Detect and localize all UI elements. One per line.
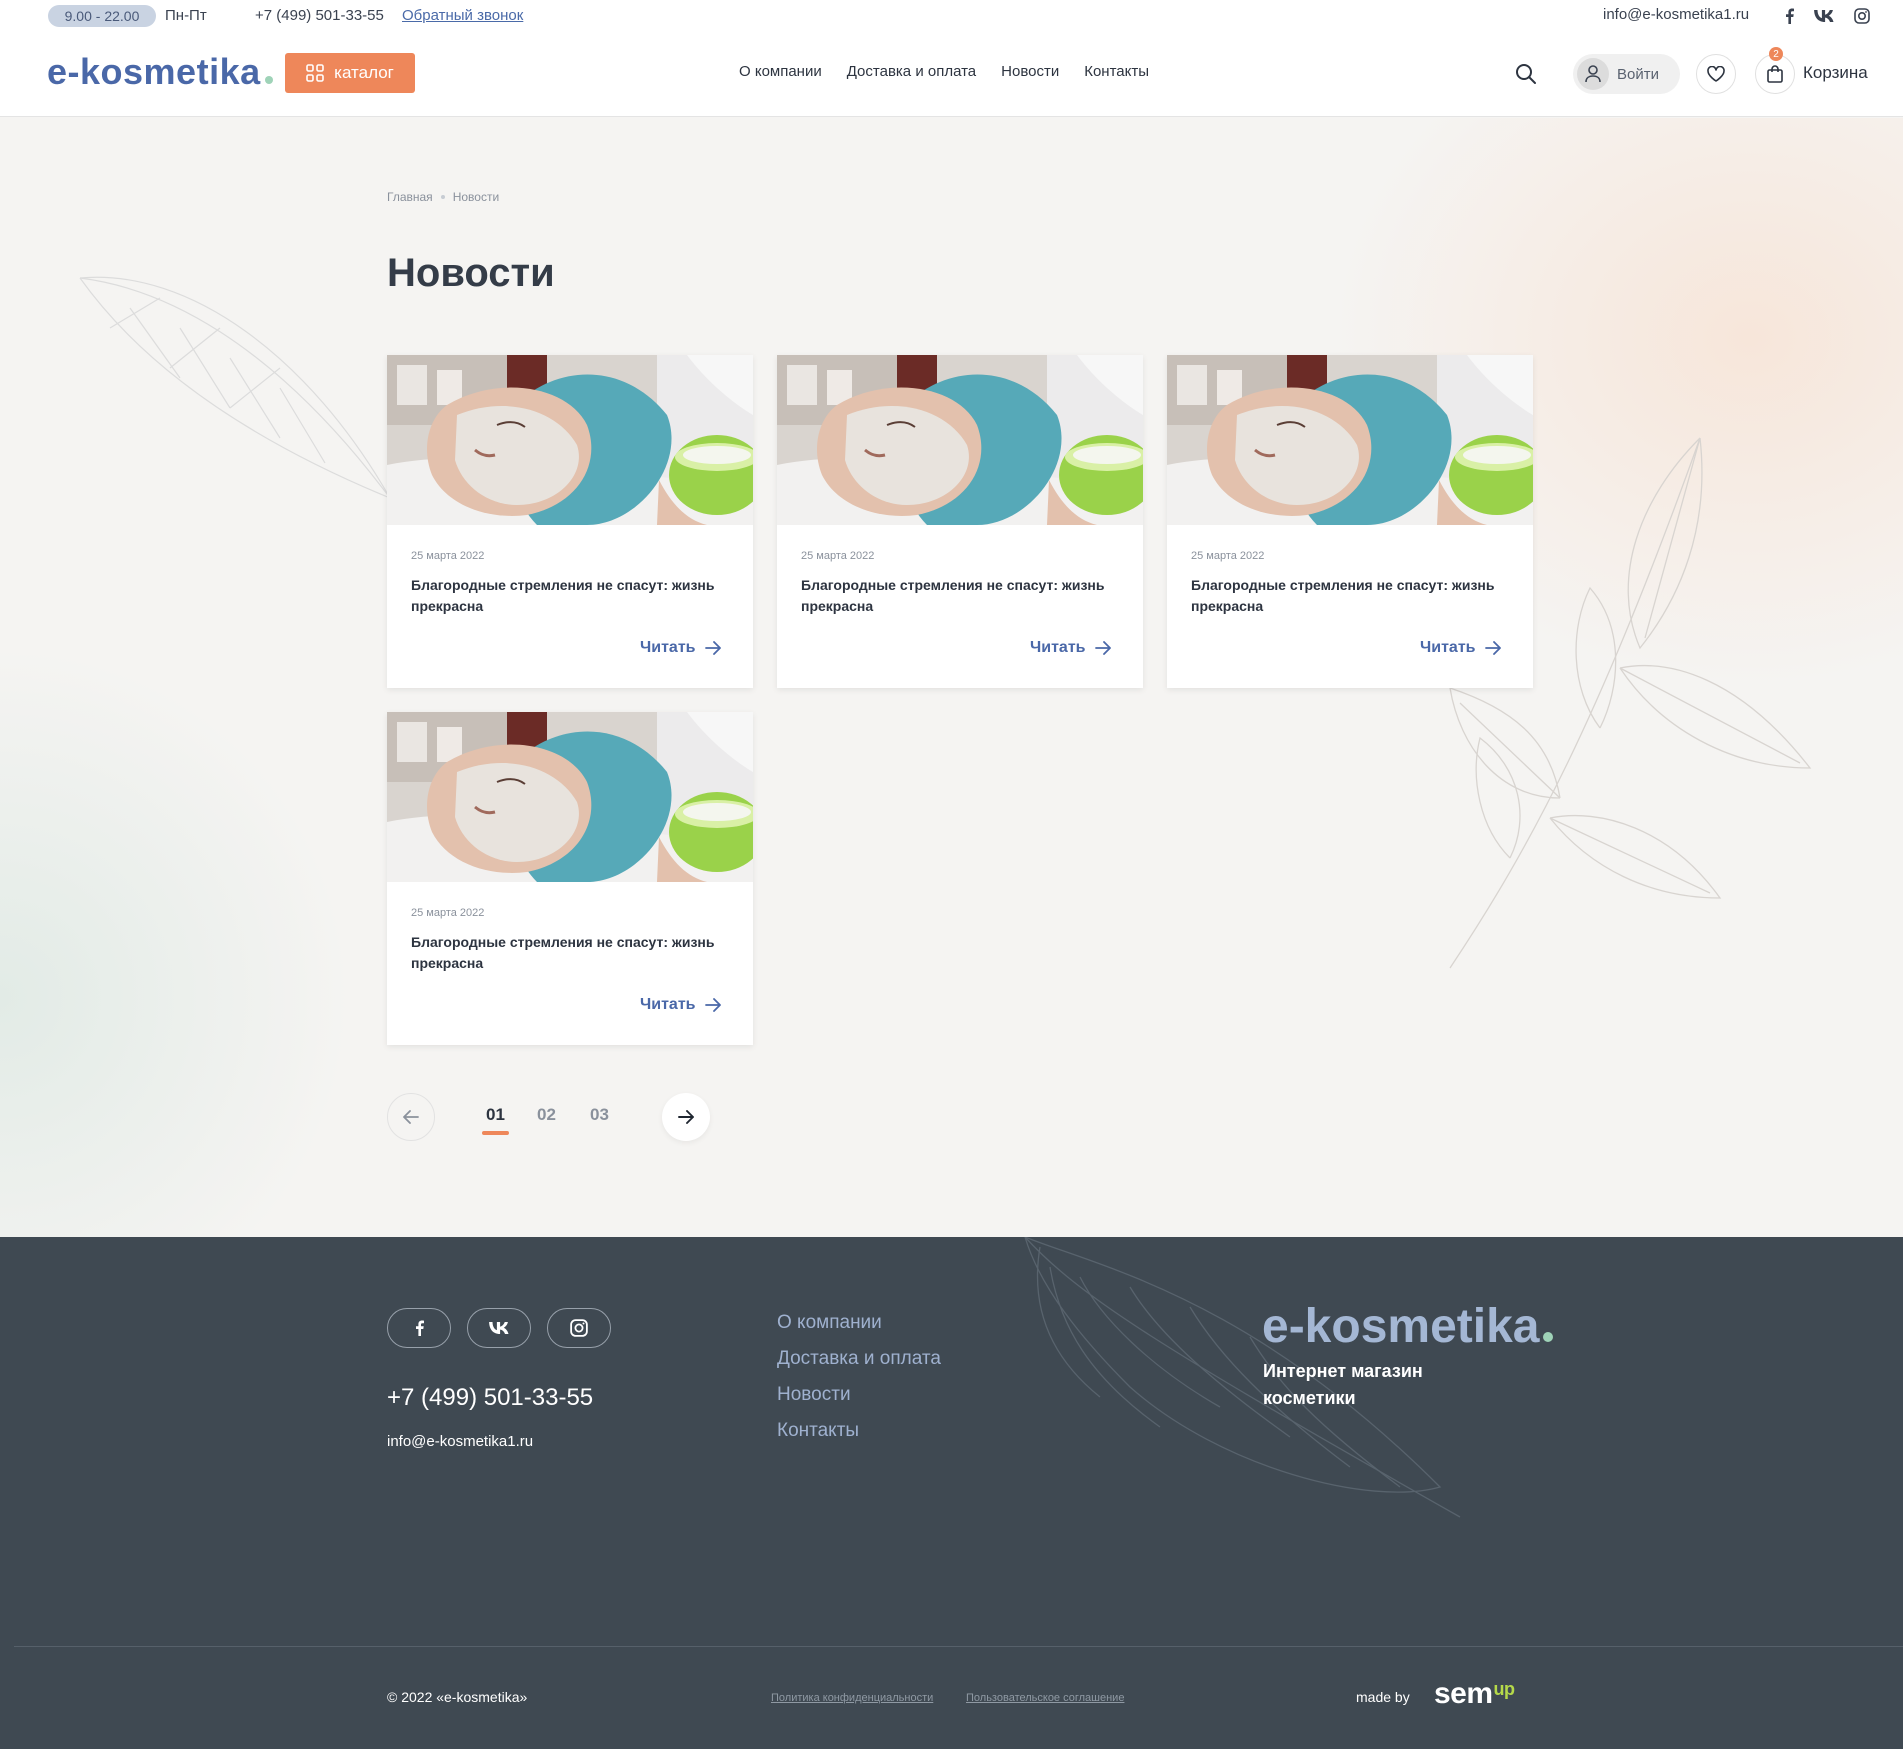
arrow-right-icon	[677, 1110, 694, 1124]
user-agreement-link[interactable]: Пользовательское соглашение	[966, 1692, 1124, 1704]
pagination-page-2[interactable]: 02	[537, 1105, 556, 1125]
site-logo[interactable]: e-kosmetika	[47, 51, 273, 93]
footer-nav-about[interactable]: О компании	[777, 1312, 941, 1334]
site-footer: +7 (499) 501-33-55 info@e-kosmetika1.ru …	[0, 1237, 1903, 1749]
breadcrumb-current: Новости	[452, 190, 500, 204]
cart-label[interactable]: Корзина	[1803, 63, 1868, 83]
catalog-grid-icon	[306, 64, 324, 82]
catalog-button[interactable]: каталог	[285, 53, 415, 93]
instagram-icon[interactable]	[1852, 6, 1872, 26]
footer-nav-delivery[interactable]: Доставка и оплата	[777, 1348, 941, 1370]
read-more-label: Читать	[1420, 639, 1476, 656]
breadcrumb-separator	[440, 195, 445, 199]
news-page: Главная Новости Новости 25 марта 2022 Бл…	[0, 118, 1903, 1237]
leaf-decoration-left	[79, 276, 391, 499]
footer-logo[interactable]: e-kosmetika	[1262, 1299, 1554, 1354]
main-header: e-kosmetika каталог О компании Доставка …	[0, 33, 1903, 117]
arrow-right-icon	[705, 641, 722, 655]
news-card-image[interactable]	[1167, 355, 1533, 525]
search-icon	[1516, 64, 1536, 84]
working-days: Пн-Пт	[165, 7, 207, 24]
news-card-title[interactable]: Благородные стремления не спасут: жизнь …	[801, 575, 1126, 617]
search-button[interactable]	[1512, 60, 1540, 88]
footer-logo-dot	[1543, 1332, 1554, 1342]
news-card-date: 25 марта 2022	[801, 550, 875, 562]
callback-link[interactable]: Обратный звонок	[402, 7, 523, 24]
news-card-image[interactable]	[777, 355, 1143, 525]
pagination-prev-button[interactable]	[387, 1093, 435, 1141]
facebook-icon	[415, 1320, 424, 1336]
news-card-date: 25 марта 2022	[411, 907, 485, 919]
login-button[interactable]: Войти	[1573, 54, 1680, 94]
read-more-link[interactable]: Читать	[1420, 639, 1502, 657]
news-card[interactable]: 25 марта 2022 Благородные стремления не …	[387, 355, 753, 688]
breadcrumb-home[interactable]: Главная	[387, 190, 433, 204]
news-card-title[interactable]: Благородные стремления не спасут: жизнь …	[411, 575, 736, 617]
working-hours-badge: 9.00 - 22.00	[48, 5, 156, 27]
footer-nav-contacts[interactable]: Контакты	[777, 1420, 941, 1442]
read-more-link[interactable]: Читать	[640, 639, 722, 657]
page-title: Новости	[387, 251, 555, 295]
footer-nav: О компании Доставка и оплата Новости Кон…	[777, 1312, 941, 1442]
read-more-link[interactable]: Читать	[640, 996, 722, 1014]
top-bar: 9.00 - 22.00 Пн-Пт +7 (499) 501-33-55 Об…	[0, 0, 1903, 33]
vk-icon[interactable]	[1814, 6, 1834, 26]
news-card-image[interactable]	[387, 355, 753, 525]
cart-count-badge: 2	[1769, 47, 1783, 61]
facebook-icon[interactable]	[1779, 6, 1799, 26]
footer-divider	[14, 1646, 1903, 1647]
footer-email-link[interactable]: info@e-kosmetika1.ru	[387, 1433, 533, 1450]
news-card-date: 25 марта 2022	[411, 550, 485, 562]
footer-vk-button[interactable]	[467, 1308, 531, 1348]
pagination-page-1[interactable]: 01	[486, 1105, 505, 1125]
footer-instagram-button[interactable]	[547, 1308, 611, 1348]
arrow-right-icon	[1485, 641, 1502, 655]
read-more-link[interactable]: Читать	[1030, 639, 1112, 657]
nav-contacts[interactable]: Контакты	[1084, 63, 1149, 80]
arrow-left-icon	[403, 1110, 419, 1124]
news-card-title[interactable]: Благородные стремления не спасут: жизнь …	[411, 932, 736, 974]
nav-delivery[interactable]: Доставка и оплата	[847, 63, 976, 80]
pagination-active-indicator	[482, 1131, 509, 1135]
copyright: © 2022 «e-kosmetika»	[387, 1689, 528, 1705]
top-phone-link[interactable]: +7 (499) 501-33-55	[255, 7, 384, 24]
nav-about[interactable]: О компании	[739, 63, 822, 80]
news-card-date: 25 марта 2022	[1191, 550, 1265, 562]
read-more-label: Читать	[1030, 639, 1086, 656]
arrow-right-icon	[1095, 641, 1112, 655]
nav-news[interactable]: Новости	[1001, 63, 1059, 80]
footer-nav-news[interactable]: Новости	[777, 1384, 941, 1406]
read-more-label: Читать	[640, 639, 696, 656]
news-card[interactable]: 25 марта 2022 Благородные стремления не …	[777, 355, 1143, 688]
login-label: Войти	[1617, 65, 1659, 83]
catalog-label: каталог	[334, 63, 394, 82]
favorites-button[interactable]	[1696, 54, 1736, 94]
instagram-icon	[570, 1319, 588, 1337]
news-card-title[interactable]: Благородные стремления не спасут: жизнь …	[1191, 575, 1516, 617]
main-nav: О компании Доставка и оплата Новости Кон…	[739, 63, 1149, 80]
made-by-label: made by	[1356, 1689, 1410, 1705]
breadcrumb: Главная Новости	[387, 190, 499, 204]
heart-icon	[1707, 66, 1725, 82]
pagination-next-button[interactable]	[662, 1093, 710, 1141]
privacy-policy-link[interactable]: Политика конфиденциальности	[771, 1692, 933, 1704]
bag-icon	[1767, 65, 1783, 83]
top-email-link[interactable]: info@e-kosmetika1.ru	[1603, 6, 1749, 23]
logo-dot	[264, 76, 273, 84]
vk-icon	[489, 1322, 509, 1334]
news-card[interactable]: 25 марта 2022 Благородные стремления не …	[387, 712, 753, 1045]
pagination-page-3[interactable]: 03	[590, 1105, 609, 1125]
semup-logo[interactable]: semup	[1434, 1677, 1515, 1711]
news-card-image[interactable]	[387, 712, 753, 882]
footer-tagline: Интернет магазин косметики	[1263, 1361, 1423, 1408]
footer-phone-link[interactable]: +7 (499) 501-33-55	[387, 1384, 593, 1412]
footer-facebook-button[interactable]	[387, 1308, 451, 1348]
news-card[interactable]: 25 марта 2022 Благородные стремления не …	[1167, 355, 1533, 688]
arrow-right-icon	[705, 998, 722, 1012]
read-more-label: Читать	[640, 996, 696, 1013]
user-icon	[1577, 58, 1609, 90]
